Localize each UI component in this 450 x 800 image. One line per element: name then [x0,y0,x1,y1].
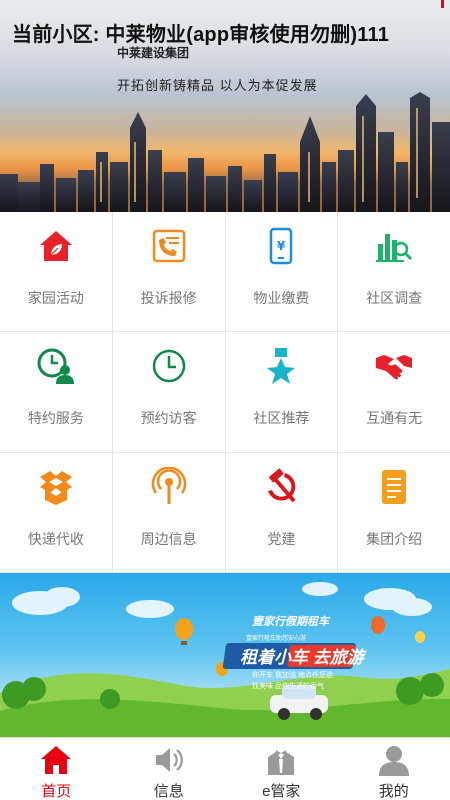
menu-item-group-intro[interactable]: 集团介绍 [338,452,450,572]
butler-icon [268,750,295,775]
car-rental-ad-banner[interactable]: 壹家行假期租车 壹家行租车助您安心游 租着小车 去旅游 你开车 我加油 地点任您… [0,573,450,737]
broadcast-icon [151,466,186,504]
nav-tab-label: e管家 [262,783,301,800]
nav-tab-messages[interactable]: 信息 [113,738,226,800]
menu-item-party-building[interactable]: 党建 [225,452,338,572]
nav-tab-label: 信息 [153,783,184,800]
mobile-yen-icon: ¥ [270,227,293,265]
city-skyline-image [0,92,450,212]
menu-item-label: 物业缴费 [253,290,310,306]
ad-tagline: 壹家行假期租车 [252,616,329,628]
house-leaf-icon [39,231,72,261]
speaker-icon [155,748,183,772]
company-name: 中莱建设集团 [117,46,190,60]
home-icon [41,746,72,774]
menu-item-label: 社区推荐 [253,410,310,427]
community-banner: 当前小区: 中莱物业(app审核使用勿删)111 中莱建设集团 开拓创新铸精品 … [0,0,450,212]
menu-item-visitor-appointment[interactable]: 预约访客 [112,332,225,452]
document-list-icon [382,469,407,504]
phone-document-icon [152,229,185,263]
menu-item-community-survey[interactable]: 社区调查 [338,212,450,332]
package-icon [39,470,72,505]
clock-person-icon [37,348,74,385]
bottom-navigation: 首页 信息 e管家 我的 [0,737,450,800]
menu-item-label: 快递代收 [27,530,84,547]
menu-item-label: 社区调查 [366,290,423,306]
clock-icon [152,350,185,383]
menu-item-special-services[interactable]: 特约服务 [0,332,112,452]
nav-tab-label: 首页 [41,783,72,800]
user-icon [378,746,409,776]
ad-landscape-image [0,582,450,737]
ad-description-line: 你开车 我加油 地点任您选 [252,672,333,679]
menu-item-label: 周边信息 [140,530,197,547]
service-menu-grid: 家园活动 投诉报修 ¥ 物业缴费 社区调查 特约服务 预约访客 社区推荐 互通有… [0,212,450,573]
menu-item-label: 特约服务 [27,410,84,427]
menu-item-mutual-exchange[interactable]: 互通有无 [338,332,450,452]
chart-magnifier-icon [376,234,413,262]
nav-tab-profile[interactable]: 我的 [338,738,450,800]
company-slogan: 开拓创新铸精品 以人为本促发展 [117,78,318,93]
hammer-sickle-icon [268,467,296,502]
nav-tab-label: 我的 [378,783,409,800]
ad-description-line: 找美味 品你生活的香气 [252,683,324,690]
corner-indicator [441,0,444,8]
menu-item-label: 互通有无 [366,410,423,427]
menu-item-community-recommend[interactable]: 社区推荐 [225,332,338,452]
menu-item-label: 投诉报修 [140,290,197,306]
ad-headline: 租着小车 去旅游 [240,648,364,667]
menu-item-property-payment[interactable]: ¥ 物业缴费 [225,212,338,332]
menu-item-parcel-collection[interactable]: 快递代收 [0,452,112,572]
menu-item-label: 集团介绍 [366,530,423,547]
current-community-title[interactable]: 当前小区: 中莱物业(app审核使用勿删)111 [12,18,389,47]
menu-item-label: 党建 [267,530,296,547]
nav-tab-ebutler[interactable]: e管家 [225,738,338,800]
menu-item-home-activities[interactable]: 家园活动 [0,212,112,332]
svg-text:¥: ¥ [277,239,286,253]
menu-item-nearby-info[interactable]: 周边信息 [112,452,225,572]
menu-item-label: 预约访客 [140,410,197,427]
medal-star-icon [267,348,296,385]
menu-item-label: 家园活动 [27,290,84,306]
ad-subtagline: 壹家行租车助您安心游 [246,636,307,642]
menu-item-complaint-repair[interactable]: 投诉报修 [112,212,225,332]
nav-tab-home[interactable]: 首页 [0,738,113,800]
handshake-icon [376,355,413,380]
